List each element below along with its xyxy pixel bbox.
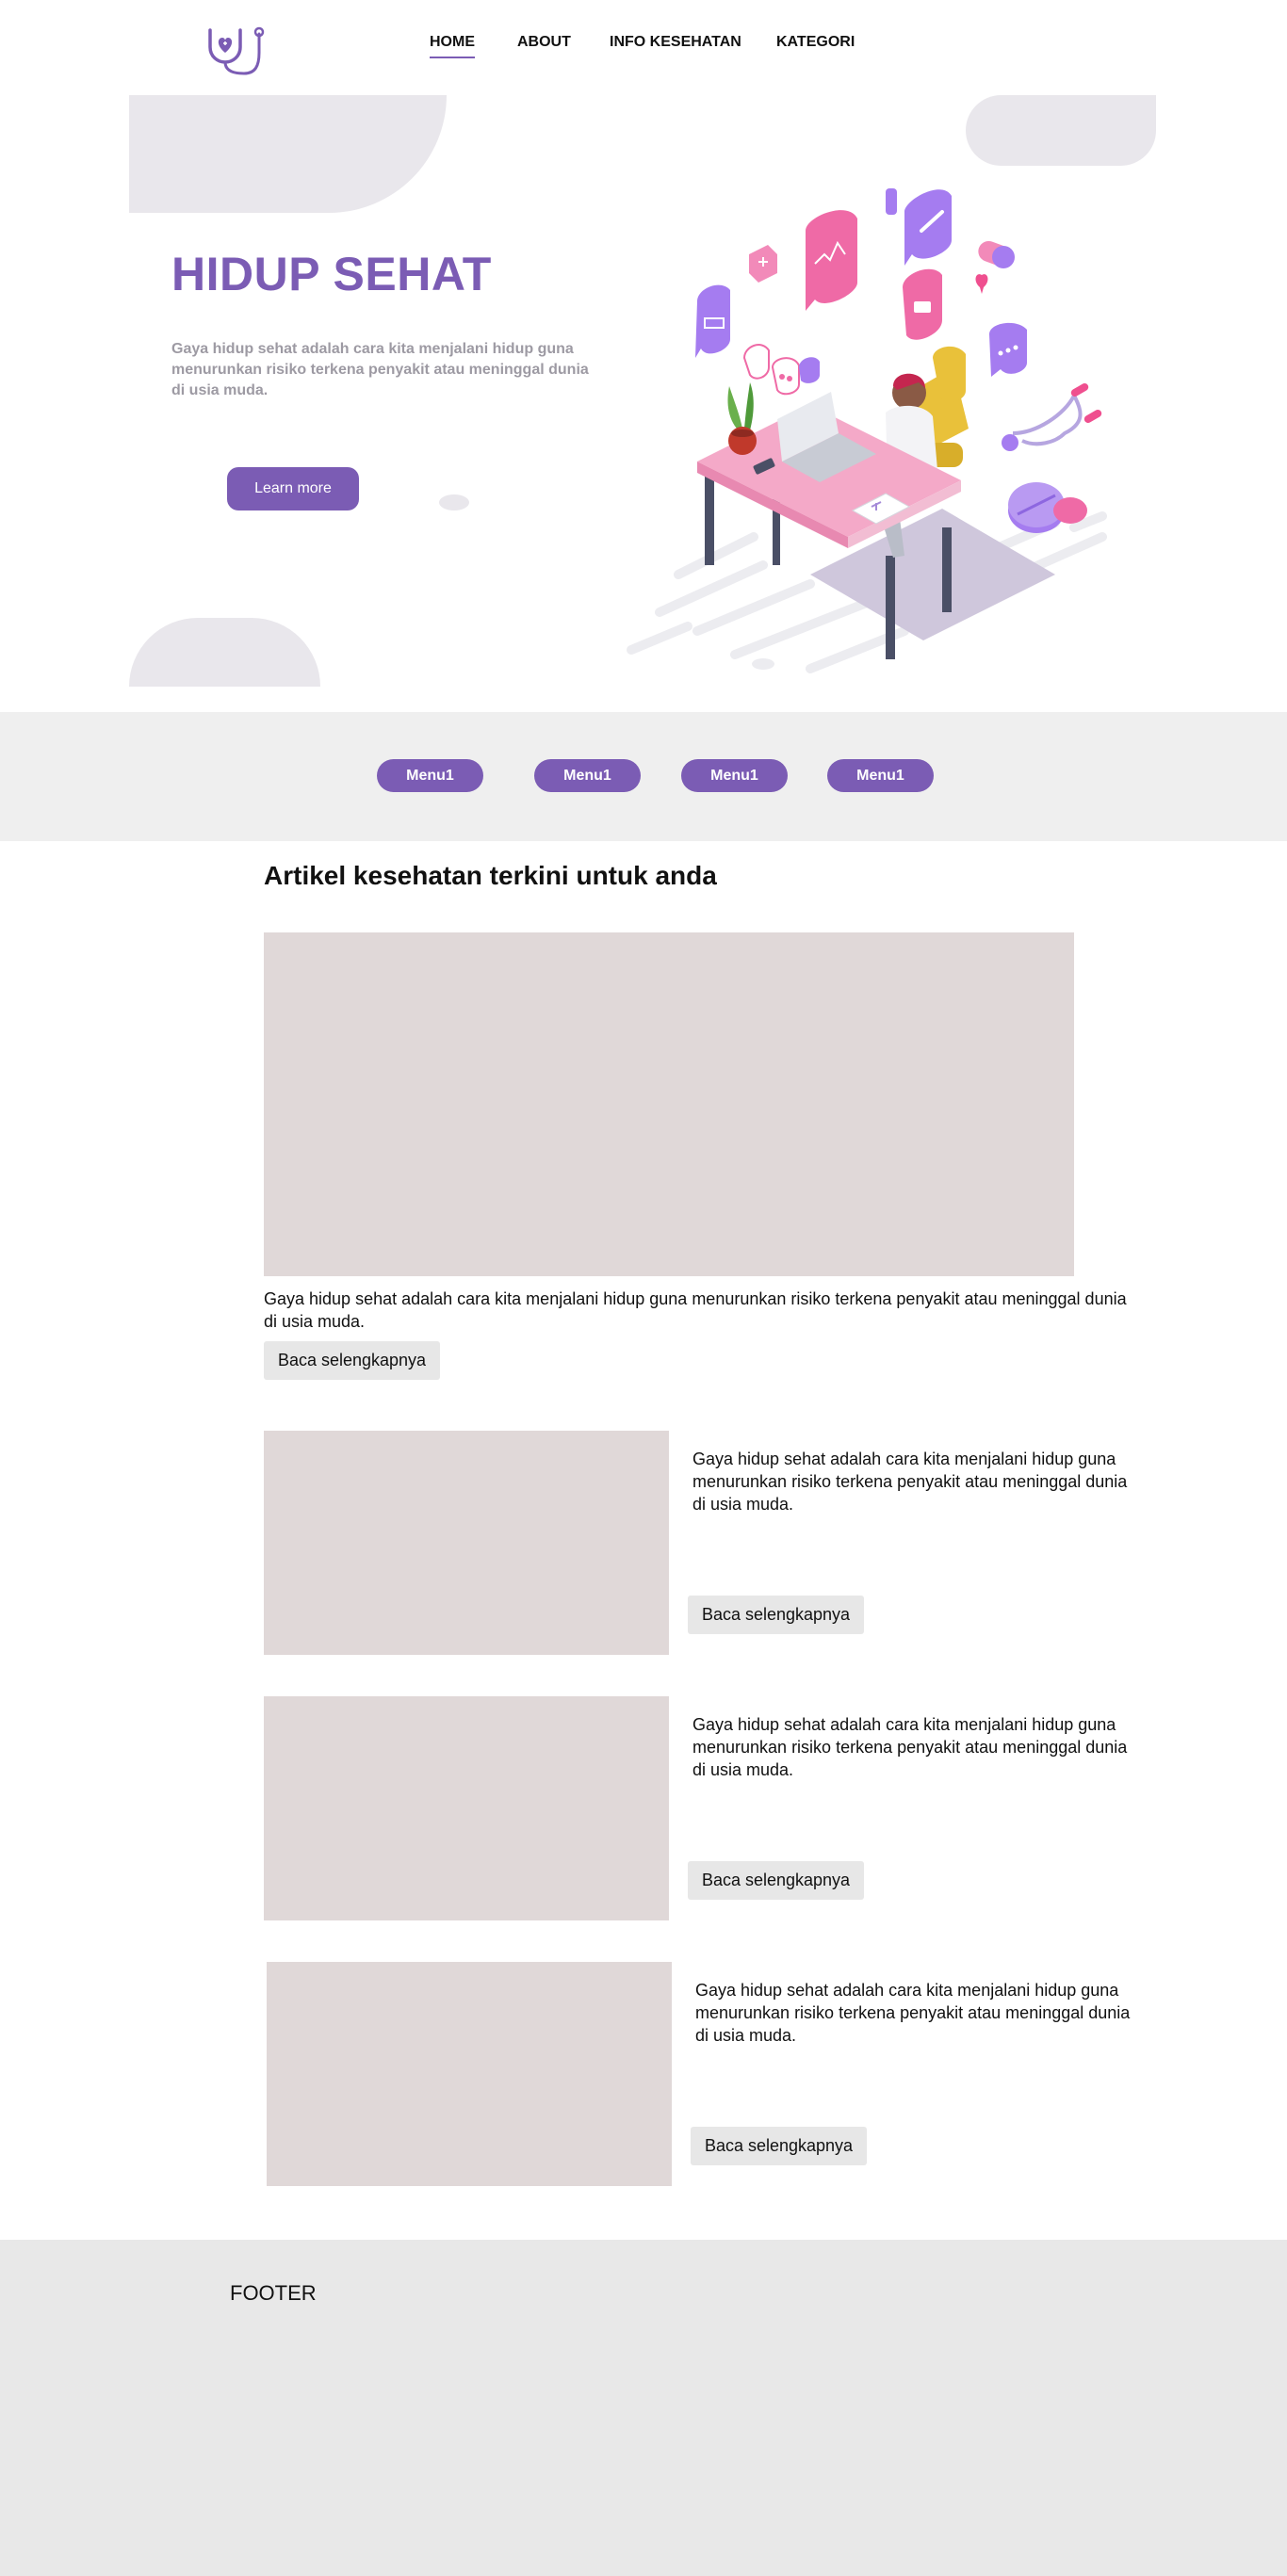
footer: FOOTER	[0, 2240, 1287, 2576]
nav-home[interactable]: HOME	[430, 34, 475, 58]
nav-info-kesehatan[interactable]: INFO KESEHATAN	[610, 34, 741, 51]
learn-more-button[interactable]: Learn more	[227, 467, 359, 510]
featured-article-image[interactable]	[264, 932, 1074, 1276]
hero-blob-top-right	[966, 95, 1156, 166]
featured-read-more-button[interactable]: Baca selengkapnya	[264, 1341, 440, 1380]
footer-label: FOOTER	[230, 2281, 317, 2305]
nav-about[interactable]: ABOUT	[517, 34, 571, 51]
hero-blob-top-left	[129, 95, 447, 213]
featured-article-text: Gaya hidup sehat adalah cara kita menjal…	[264, 1289, 1127, 1331]
hero-title: HIDUP SEHAT	[171, 248, 492, 300]
stethoscope-heart-logo-icon[interactable]	[206, 24, 267, 77]
articles-section-title: Artikel kesehatan terkini untuk anda	[264, 861, 717, 890]
menu-button-2[interactable]: Menu1	[534, 759, 641, 792]
article-1-image[interactable]	[264, 1431, 669, 1655]
article-2-image[interactable]	[264, 1696, 669, 1920]
article-1-read-more-button[interactable]: Baca selengkapnya	[688, 1596, 864, 1634]
article-3-image[interactable]	[267, 1962, 672, 2186]
article-1-text: Gaya hidup sehat adalah cara kita menjal…	[692, 1450, 1128, 1514]
nav-kategori[interactable]: KATEGORI	[776, 34, 855, 51]
menu-button-1[interactable]: Menu1	[377, 759, 483, 792]
hero-description: Gaya hidup sehat adalah cara kita menjal…	[171, 341, 589, 398]
article-3-text: Gaya hidup sehat adalah cara kita menjal…	[695, 1981, 1131, 2045]
menu-bar: Menu1 Menu1 Menu1 Menu1	[0, 712, 1287, 841]
article-2-read-more-button[interactable]: Baca selengkapnya	[688, 1861, 864, 1900]
menu-button-3[interactable]: Menu1	[681, 759, 788, 792]
hero-blob-bottom-left	[129, 618, 320, 687]
hero-small-dot	[439, 494, 469, 510]
doctor-desk-illustration	[622, 160, 1149, 688]
menu-button-4[interactable]: Menu1	[827, 759, 934, 792]
article-2-text: Gaya hidup sehat adalah cara kita menjal…	[692, 1715, 1128, 1779]
article-3-read-more-button[interactable]: Baca selengkapnya	[691, 2127, 867, 2165]
